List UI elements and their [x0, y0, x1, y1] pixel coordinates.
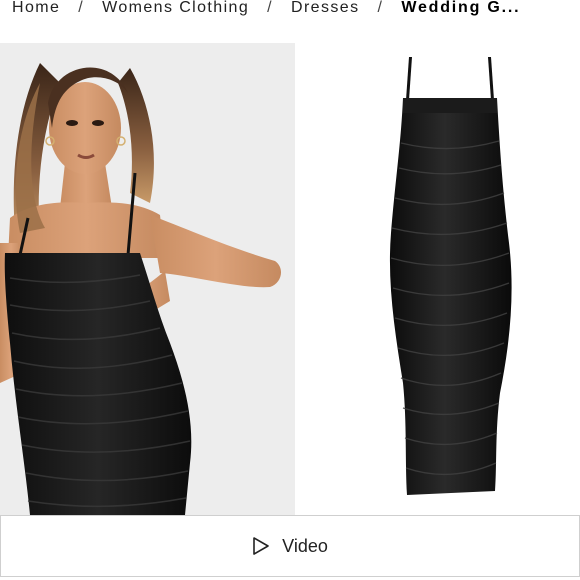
- breadcrumb-separator: /: [78, 0, 85, 16]
- video-label: Video: [282, 535, 328, 556]
- model-photo[interactable]: [0, 43, 295, 515]
- breadcrumb-separator: /: [377, 0, 384, 16]
- breadcrumb-home[interactable]: Home: [12, 0, 60, 17]
- product-image-gallery: [0, 43, 580, 515]
- breadcrumb: Home / Womens Clothing / Dresses / Weddi…: [12, 0, 520, 20]
- model-illustration: [0, 63, 282, 515]
- product-photo[interactable]: [295, 43, 580, 515]
- breadcrumb-womens-clothing[interactable]: Womens Clothing: [102, 0, 249, 17]
- dress-illustration: [389, 57, 512, 495]
- breadcrumb-dresses[interactable]: Dresses: [291, 0, 359, 17]
- breadcrumb-separator: /: [267, 0, 273, 16]
- video-button[interactable]: Video: [0, 515, 580, 577]
- play-icon: [252, 536, 270, 556]
- breadcrumb-current: Wedding G...: [401, 0, 521, 16]
